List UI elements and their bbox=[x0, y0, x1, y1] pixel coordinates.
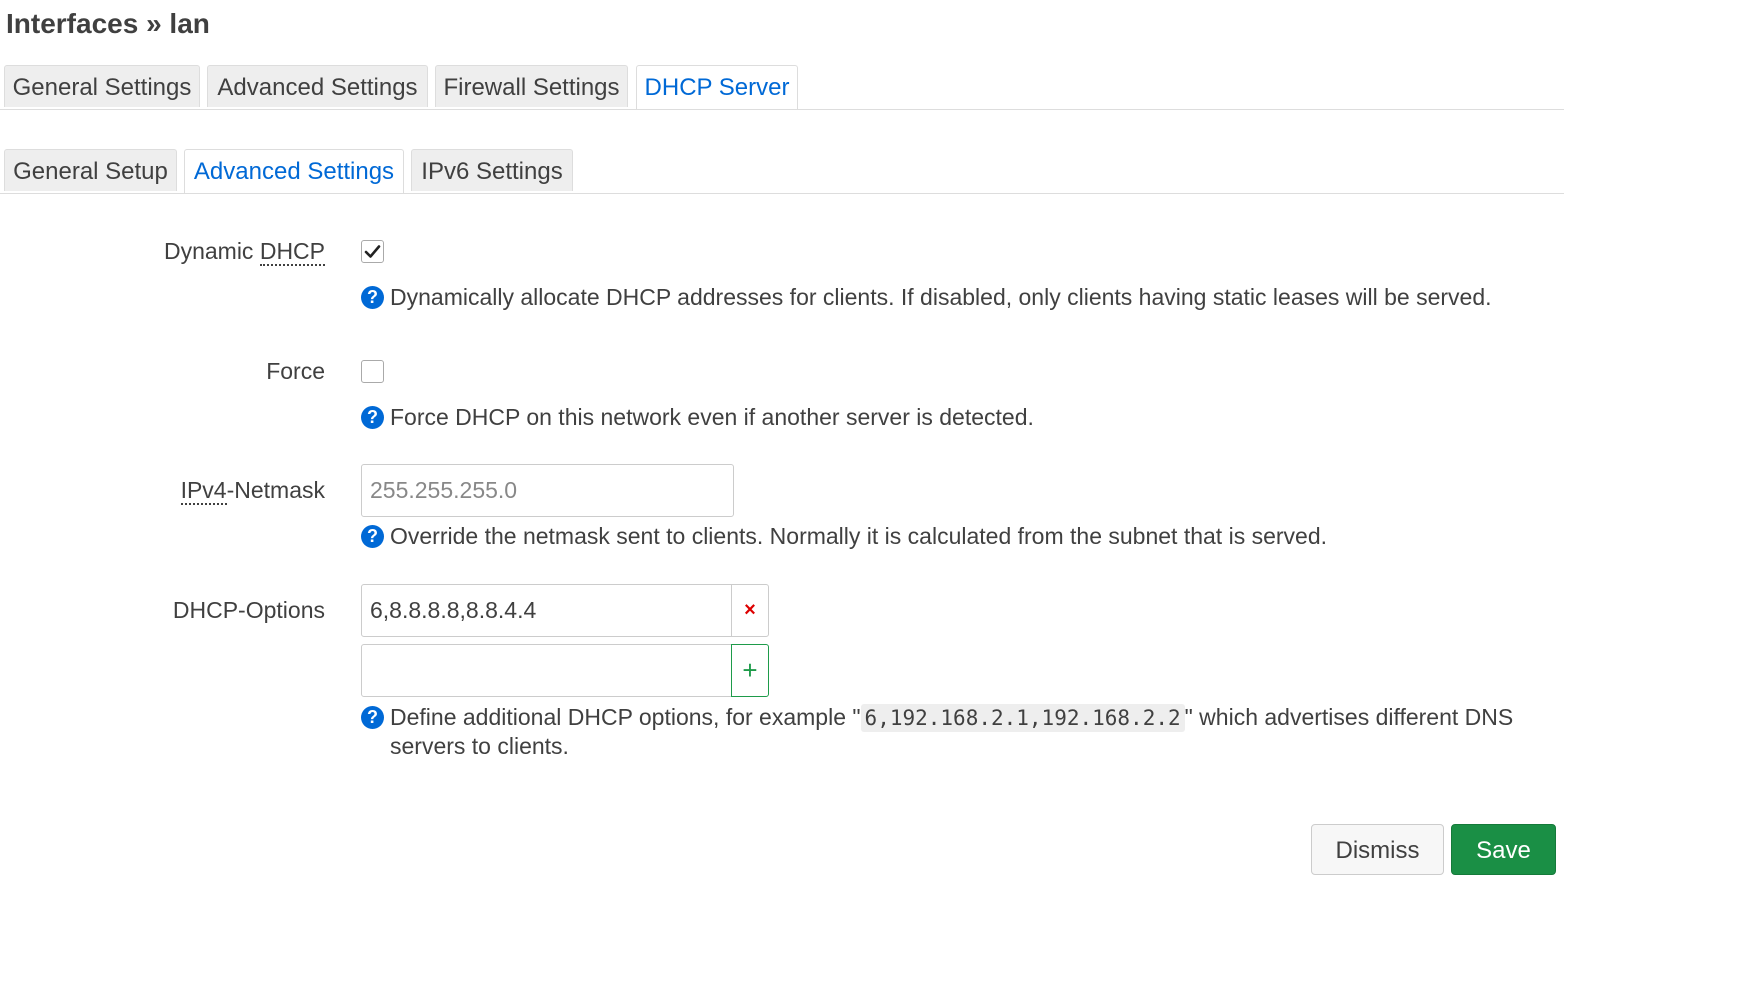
tab-general-settings[interactable]: General Settings bbox=[4, 65, 200, 107]
tab-firewall-settings[interactable]: Firewall Settings bbox=[435, 65, 628, 107]
force-checkbox[interactable] bbox=[361, 360, 384, 383]
ipv4-netmask-label: IPv4-Netmask bbox=[180, 477, 325, 505]
page-title: Interfaces » lan bbox=[6, 8, 210, 39]
question-circle-icon: ? bbox=[361, 525, 384, 548]
checkmark-icon bbox=[364, 245, 381, 258]
subtab-general-setup[interactable]: General Setup bbox=[4, 149, 177, 191]
plus-icon: + bbox=[742, 655, 758, 685]
main-tabbar: General Settings Advanced Settings Firew… bbox=[0, 64, 1564, 110]
dhcp-options-label: DHCP-Options bbox=[172, 597, 325, 623]
save-button[interactable]: Save bbox=[1451, 824, 1556, 875]
remove-option-button[interactable]: × bbox=[731, 584, 769, 637]
example-code: 6,192.168.2.1,192.168.2.2 bbox=[860, 704, 1185, 732]
tab-advanced-settings[interactable]: Advanced Settings bbox=[207, 65, 428, 107]
remove-x-icon: × bbox=[744, 599, 756, 621]
tab-dhcp-server[interactable]: DHCP Server bbox=[636, 65, 798, 109]
question-circle-icon: ? bbox=[361, 706, 384, 729]
subtab-advanced-settings[interactable]: Advanced Settings bbox=[184, 149, 404, 193]
dynamic-dhcp-checkbox[interactable] bbox=[361, 240, 384, 263]
dynamic-dhcp-label: Dynamic DHCP bbox=[163, 238, 325, 266]
sub-tabbar: General Setup Advanced Settings IPv6 Set… bbox=[0, 148, 1564, 194]
ipv4-abbr: IPv4 bbox=[180, 477, 227, 505]
ipv4-netmask-input[interactable] bbox=[361, 464, 734, 517]
force-help: ? Force DHCP on this network even if anot… bbox=[361, 404, 1034, 431]
add-option-button[interactable]: + bbox=[731, 644, 769, 697]
question-circle-icon: ? bbox=[361, 406, 384, 429]
dhcp-option-input[interactable] bbox=[361, 584, 732, 637]
dismiss-button[interactable]: Dismiss bbox=[1311, 824, 1444, 875]
subtab-ipv6-settings[interactable]: IPv6 Settings bbox=[411, 149, 573, 191]
force-label: Force bbox=[266, 358, 325, 384]
dhcp-abbr: DHCP bbox=[259, 238, 325, 266]
dhcp-options-help: ? Define additional DHCP options, for exa… bbox=[361, 703, 1513, 760]
ipv4-netmask-help: ? Override the netmask sent to clients. N… bbox=[361, 523, 1327, 550]
question-circle-icon: ? bbox=[361, 286, 384, 309]
dynamic-dhcp-help: ? Dynamically allocate DHCP addresses for… bbox=[361, 284, 1492, 311]
dhcp-option-new-input[interactable] bbox=[361, 644, 732, 697]
